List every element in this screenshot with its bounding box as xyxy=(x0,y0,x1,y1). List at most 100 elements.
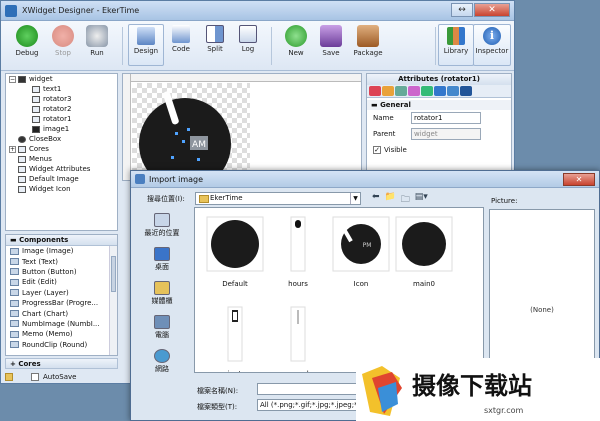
close-button[interactable]: ✕ xyxy=(474,3,510,17)
component-item[interactable]: Button (Button) xyxy=(6,267,117,277)
text-icon xyxy=(10,258,19,266)
save-label: Save xyxy=(322,49,340,57)
library-button[interactable]: Library xyxy=(438,24,474,66)
text-icon xyxy=(32,85,40,93)
components-scrollbar[interactable] xyxy=(109,246,117,355)
autosave-checkbox[interactable] xyxy=(31,373,39,381)
place-computer[interactable]: 電腦 xyxy=(137,315,187,347)
file-item-minutes[interactable]: minutes xyxy=(205,306,265,372)
filename-input[interactable] xyxy=(257,383,357,395)
tree-node-image1[interactable]: image1 xyxy=(32,124,69,134)
component-item[interactable]: ProgressBar (Progre... xyxy=(6,298,117,308)
expand-icon[interactable]: + xyxy=(9,145,16,153)
run-button[interactable]: Run xyxy=(79,25,115,57)
file-item-icon[interactable]: PM Icon xyxy=(331,216,391,288)
inspector-button[interactable]: i Inspector xyxy=(473,24,511,66)
tree-node-menus[interactable]: Menus xyxy=(18,154,52,164)
tree-node-label: text1 xyxy=(43,85,62,93)
component-item[interactable]: NumbImage (NumbI... xyxy=(6,319,117,329)
desktop-icon xyxy=(154,247,170,261)
scrollbar-thumb[interactable] xyxy=(111,256,116,292)
place-desktop[interactable]: 桌面 xyxy=(137,247,187,279)
component-label: Memo (Memo) xyxy=(22,330,73,339)
new-folder-icon[interactable]: 🗀 xyxy=(401,192,410,208)
collapse-icon[interactable]: − xyxy=(9,75,16,83)
file-item-main0[interactable]: main0 xyxy=(394,216,454,288)
tree-node-rotator3[interactable]: rotator3 xyxy=(32,94,71,104)
components-header[interactable]: ▬ Components xyxy=(6,235,117,246)
place-label: 網路 xyxy=(155,365,169,373)
lookin-select[interactable]: EkerTime ▼ xyxy=(195,192,361,205)
code-button[interactable]: Code xyxy=(163,25,199,53)
widget-preview[interactable]: AM xyxy=(137,88,247,181)
component-item[interactable]: Image (Image) xyxy=(6,246,117,256)
file-item-hours[interactable]: hours xyxy=(268,216,328,288)
gem-icon[interactable] xyxy=(434,86,446,96)
tree-node-text1[interactable]: text1 xyxy=(32,84,61,94)
globe-icon[interactable] xyxy=(447,86,459,96)
sphere-icon[interactable] xyxy=(460,86,472,96)
back-icon[interactable]: ⬅ xyxy=(372,192,380,208)
folder-icon[interactable] xyxy=(5,373,13,381)
package-button[interactable]: Package xyxy=(350,25,386,57)
image-icon xyxy=(18,175,26,183)
component-item[interactable]: Memo (Memo) xyxy=(6,329,117,339)
design-canvas[interactable]: AM xyxy=(122,73,362,181)
component-item[interactable]: Chart (Chart) xyxy=(6,308,117,318)
file-thumbnail xyxy=(206,216,264,272)
file-item-default[interactable]: Default xyxy=(205,216,265,288)
component-item[interactable]: Edit (Edit) xyxy=(6,277,117,287)
component-label: RoundClip (Round) xyxy=(22,340,88,349)
cores-section-header[interactable]: + Cores xyxy=(5,358,118,369)
log-icon xyxy=(239,25,257,43)
general-section[interactable]: ▬ General xyxy=(367,100,511,110)
up-folder-icon[interactable]: 📁 xyxy=(385,192,396,208)
component-item[interactable]: RoundClip (Round) xyxy=(6,340,117,350)
tree-node-label: CloseBox xyxy=(29,135,62,143)
view-menu-icon[interactable]: ▤▾ xyxy=(415,192,428,208)
button-icon xyxy=(10,268,19,276)
gear-icon xyxy=(86,25,108,47)
place-label: 最近的位置 xyxy=(144,229,180,237)
cube-icon[interactable] xyxy=(421,86,433,96)
place-libraries[interactable]: 媒體櫃 xyxy=(137,281,187,313)
debug-button[interactable]: Debug xyxy=(9,25,45,57)
save-button[interactable]: Save xyxy=(313,25,349,57)
name-field[interactable]: rotator1 xyxy=(411,112,481,124)
color-icon[interactable] xyxy=(408,86,420,96)
tree-node-cores[interactable]: + Cores xyxy=(9,144,49,154)
tree-node-default-image[interactable]: Default Image xyxy=(18,174,79,184)
component-item[interactable]: Text (Text) xyxy=(6,256,117,266)
tree-node-widget-icon[interactable]: Widget Icon xyxy=(18,184,71,194)
library-icon xyxy=(447,27,465,45)
component-label: NumbImage (NumbI... xyxy=(22,319,100,328)
new-button[interactable]: New xyxy=(278,25,314,57)
tree-node-closebox[interactable]: CloseBox xyxy=(18,134,61,144)
visible-checkbox[interactable]: ✓ xyxy=(373,146,381,154)
stop-button[interactable]: Stop xyxy=(45,25,81,57)
log-button[interactable]: Log xyxy=(230,25,266,53)
place-network[interactable]: 網路 xyxy=(137,349,187,381)
tree-node-widget[interactable]: − widget xyxy=(9,74,53,84)
split-button[interactable]: Split xyxy=(197,25,233,53)
dialog-close-button[interactable]: ✕ xyxy=(563,173,595,186)
place-label: 媒體櫃 xyxy=(151,297,173,305)
watermark-text: 摄像下载站 xyxy=(412,372,532,400)
place-recent[interactable]: 最近的位置 xyxy=(137,213,187,245)
tree-node-label: Default Image xyxy=(29,175,79,183)
cursor-icon[interactable] xyxy=(395,86,407,96)
place-label: 桌面 xyxy=(155,263,169,271)
file-name: Icon xyxy=(353,280,369,288)
tree-node-widget-attributes[interactable]: Widget Attributes xyxy=(18,164,90,174)
tree-node-rotator1[interactable]: rotator1 xyxy=(32,114,71,124)
tree-node-rotator2[interactable]: rotator2 xyxy=(32,104,71,114)
image-icon xyxy=(18,185,26,193)
calendar-icon[interactable] xyxy=(369,86,381,96)
pencil-icon[interactable] xyxy=(382,86,394,96)
parent-select[interactable]: widget xyxy=(411,128,481,140)
component-label: Edit (Edit) xyxy=(22,278,57,287)
design-button[interactable]: Design xyxy=(128,24,164,66)
component-item[interactable]: Layer (Layer) xyxy=(6,288,117,298)
file-item-seconds[interactable]: seconds xyxy=(268,306,328,372)
restore-button[interactable]: ↔ xyxy=(451,3,473,17)
